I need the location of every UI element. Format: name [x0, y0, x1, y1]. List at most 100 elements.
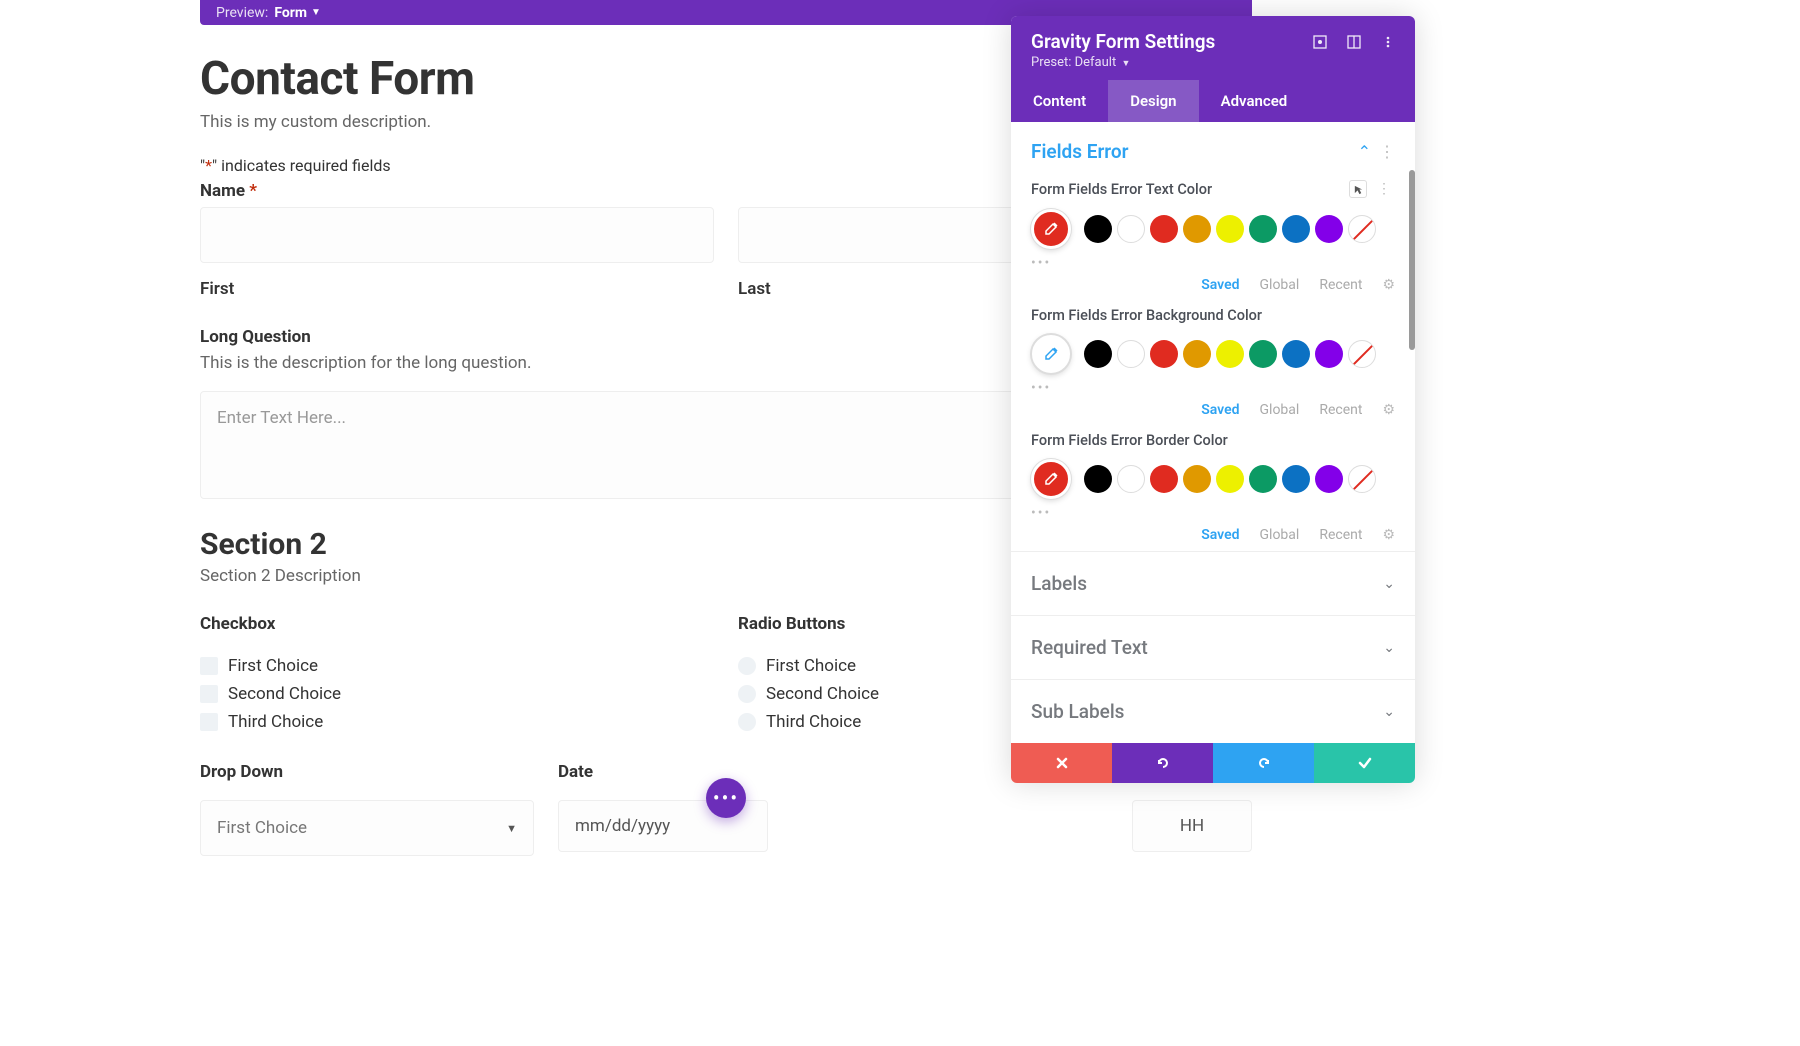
checkbox-icon[interactable] [200, 713, 218, 731]
radio-icon[interactable] [738, 657, 756, 675]
preview-value: Form [274, 5, 307, 21]
checkbox-icon[interactable] [200, 685, 218, 703]
color-swatch-purple[interactable] [1315, 215, 1343, 243]
color-swatch-blue[interactable] [1282, 465, 1310, 493]
color-swatch-transparent[interactable] [1348, 340, 1376, 368]
radio-icon[interactable] [738, 685, 756, 703]
checkbox-item[interactable]: Third Choice [200, 712, 714, 732]
color-swatch-transparent[interactable] [1348, 215, 1376, 243]
snap-icon[interactable] [1313, 35, 1327, 49]
color-swatch-blue[interactable] [1282, 215, 1310, 243]
expand-icon[interactable] [1347, 35, 1361, 49]
color-swatch-yellow[interactable] [1216, 465, 1244, 493]
accordion-required-text[interactable]: Required Text ⌄ [1011, 615, 1415, 679]
redo-button[interactable] [1213, 743, 1314, 783]
color-swatch-white[interactable] [1117, 465, 1145, 493]
asterisk-icon: * [249, 181, 257, 201]
settings-panel: Gravity Form Settings Preset: Default ▼ … [1011, 16, 1415, 783]
color-swatch-green[interactable] [1249, 215, 1277, 243]
color-swatch-black[interactable] [1084, 465, 1112, 493]
palette-tab-global[interactable]: Global [1260, 402, 1300, 418]
tab-advanced[interactable]: Advanced [1199, 80, 1310, 122]
color-picker-button[interactable] [1031, 459, 1071, 499]
scrollbar-thumb[interactable] [1409, 170, 1415, 350]
checkbox-group-label: Checkbox [200, 614, 714, 634]
panel-header: Gravity Form Settings Preset: Default ▼ [1011, 16, 1415, 80]
chevron-down-icon: ▼ [1121, 59, 1130, 69]
kebab-icon[interactable]: ⋮ [1373, 179, 1395, 199]
first-sublabel: First [200, 279, 714, 299]
color-swatch-red[interactable] [1150, 215, 1178, 243]
tab-content[interactable]: Content [1011, 80, 1108, 122]
preview-label: Preview: [216, 5, 268, 21]
color-swatch-yellow[interactable] [1216, 340, 1244, 368]
chevron-down-icon: ⌄ [1383, 576, 1395, 592]
checkbox-icon[interactable] [200, 657, 218, 675]
color-label: Form Fields Error Border Color [1031, 432, 1395, 449]
kebab-icon[interactable]: ⋮ [1379, 142, 1395, 161]
color-setting-border: Form Fields Error Border Color [1011, 426, 1415, 551]
color-swatch-white[interactable] [1117, 340, 1145, 368]
more-swatches-icon[interactable]: ••• [1031, 380, 1395, 396]
chevron-down-icon: ▼ [506, 822, 517, 835]
color-swatch-purple[interactable] [1315, 465, 1343, 493]
checkbox-item[interactable]: First Choice [200, 656, 714, 676]
first-name-input[interactable] [200, 207, 714, 263]
color-swatch-red[interactable] [1150, 340, 1178, 368]
panel-body: Fields Error ⌃ ⋮ Form Fields Error Text … [1011, 122, 1415, 743]
undo-button[interactable] [1112, 743, 1213, 783]
gear-icon[interactable]: ⚙ [1382, 277, 1395, 293]
color-swatch-orange[interactable] [1183, 465, 1211, 493]
palette-tab-saved[interactable]: Saved [1201, 277, 1239, 293]
more-swatches-icon[interactable]: ••• [1031, 255, 1395, 271]
color-swatch-orange[interactable] [1183, 215, 1211, 243]
color-swatch-black[interactable] [1084, 340, 1112, 368]
tab-design[interactable]: Design [1108, 80, 1198, 122]
color-swatch-transparent[interactable] [1348, 465, 1376, 493]
color-swatch-white[interactable] [1117, 215, 1145, 243]
palette-tab-recent[interactable]: Recent [1319, 402, 1362, 418]
chevron-down-icon: ⌄ [1383, 640, 1395, 656]
more-options-fab[interactable]: ••• [706, 778, 746, 818]
color-swatch-orange[interactable] [1183, 340, 1211, 368]
palette-tab-saved[interactable]: Saved [1201, 527, 1239, 543]
color-swatch-blue[interactable] [1282, 340, 1310, 368]
checkbox-item[interactable]: Second Choice [200, 684, 714, 704]
palette-tab-saved[interactable]: Saved [1201, 402, 1239, 418]
color-setting-text: Form Fields Error Text Color ⋮ [1011, 173, 1415, 301]
color-swatch-red[interactable] [1150, 465, 1178, 493]
color-label: Form Fields Error Text Color [1031, 181, 1349, 198]
kebab-icon[interactable] [1381, 35, 1395, 49]
color-swatch-purple[interactable] [1315, 340, 1343, 368]
dropdown-select[interactable]: First Choice ▼ [200, 800, 534, 856]
palette-tab-recent[interactable]: Recent [1319, 527, 1362, 543]
ellipsis-icon: ••• [713, 786, 739, 810]
cancel-button[interactable] [1011, 743, 1112, 783]
more-swatches-icon[interactable]: ••• [1031, 505, 1395, 521]
radio-icon[interactable] [738, 713, 756, 731]
gear-icon[interactable]: ⚙ [1382, 527, 1395, 543]
chevron-down-icon: ▼ [311, 7, 321, 18]
group-fields-error[interactable]: Fields Error ⌃ ⋮ [1011, 122, 1415, 173]
color-swatch-black[interactable] [1084, 215, 1112, 243]
accordion-sub-labels[interactable]: Sub Labels ⌄ [1011, 679, 1415, 743]
color-swatch-green[interactable] [1249, 465, 1277, 493]
palette-tab-global[interactable]: Global [1260, 527, 1300, 543]
chevron-up-icon[interactable]: ⌃ [1358, 142, 1371, 161]
hover-toggle-icon[interactable] [1349, 180, 1367, 198]
color-swatch-green[interactable] [1249, 340, 1277, 368]
color-picker-button[interactable] [1031, 209, 1071, 249]
accordion-labels[interactable]: Labels ⌄ [1011, 551, 1415, 615]
time-input[interactable]: HH [1132, 800, 1252, 852]
color-swatch-yellow[interactable] [1216, 215, 1244, 243]
palette-tab-global[interactable]: Global [1260, 277, 1300, 293]
save-button[interactable] [1314, 743, 1415, 783]
gear-icon[interactable]: ⚙ [1382, 402, 1395, 418]
dropdown-label: Drop Down [200, 762, 534, 782]
color-setting-bg: Form Fields Error Background Color [1011, 301, 1415, 426]
asterisk-icon: * [205, 156, 212, 175]
palette-tab-recent[interactable]: Recent [1319, 277, 1362, 293]
preset-dropdown[interactable]: Preset: Default ▼ [1031, 55, 1395, 70]
color-picker-button[interactable] [1031, 334, 1071, 374]
panel-tabs: Content Design Advanced [1011, 80, 1415, 122]
